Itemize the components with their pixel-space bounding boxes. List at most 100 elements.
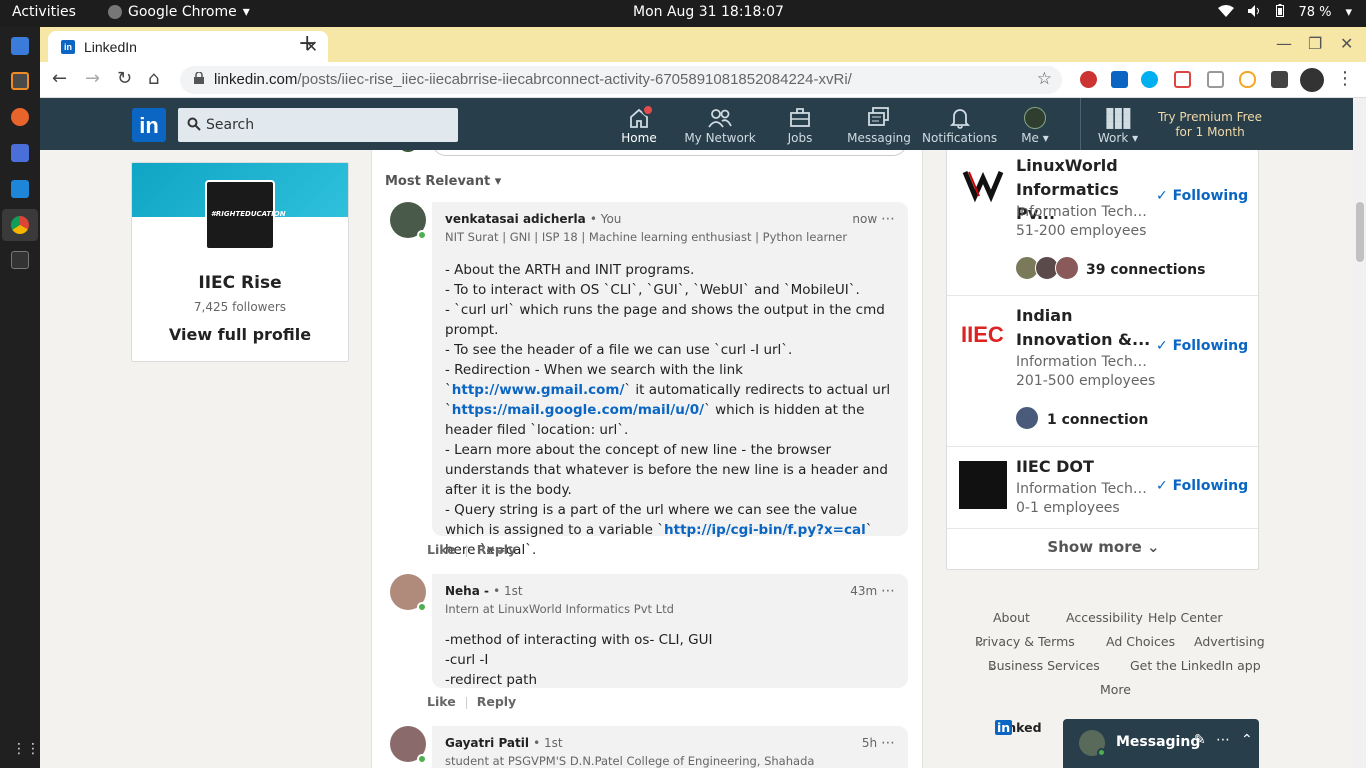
- sort-dropdown[interactable]: Most Relevant ▾: [385, 174, 501, 189]
- company-name[interactable]: IIEC Rise: [132, 273, 348, 293]
- battery-icon: [1276, 4, 1285, 21]
- power-menu-icon: ▾: [1345, 5, 1352, 20]
- nav-notifications[interactable]: Notifications: [922, 98, 997, 150]
- connection-degree: • 1st: [533, 736, 563, 750]
- system-tray[interactable]: 78 % ▾: [1218, 4, 1352, 21]
- profile-avatar[interactable]: [1300, 68, 1324, 92]
- company-industry: Information Techn...: [1016, 204, 1151, 220]
- app-menu[interactable]: Google Chrome ▾: [108, 4, 250, 20]
- more-options-icon[interactable]: ⋯: [881, 735, 895, 751]
- premium-line1: Try Premium Free: [1157, 110, 1263, 124]
- footer-advertising-link[interactable]: Advertising: [1194, 634, 1265, 649]
- comment-text: -method of interacting with os- CLI, GUI…: [445, 632, 713, 688]
- nav-my-network[interactable]: My Network: [680, 98, 760, 150]
- linuxworld-logo[interactable]: [959, 160, 1007, 208]
- footer-business-link[interactable]: Business Services ⌄: [988, 658, 1100, 673]
- cast-extension-icon[interactable]: [1174, 71, 1191, 88]
- like-button[interactable]: Like: [427, 694, 456, 709]
- activities-button[interactable]: Activities: [12, 4, 76, 20]
- nav-home[interactable]: Home: [608, 98, 670, 150]
- linkedin-extension-icon[interactable]: [1111, 71, 1128, 88]
- skype-extension-icon[interactable]: [1141, 71, 1158, 88]
- commenter-name[interactable]: Neha -: [445, 584, 489, 598]
- following-button[interactable]: ✓ Following: [1156, 188, 1248, 204]
- linkedin-logo[interactable]: in: [132, 108, 166, 142]
- footer-accessibility-link[interactable]: Accessibility: [1066, 610, 1143, 625]
- comment-actions: Like Reply: [427, 542, 526, 557]
- notification-badge: [642, 104, 654, 116]
- company-industry: Information Techn...: [1016, 354, 1151, 370]
- footer-about-link[interactable]: About: [993, 610, 1030, 625]
- terminal-icon[interactable]: [11, 251, 29, 269]
- nav-jobs[interactable]: Jobs: [770, 98, 830, 150]
- page-scrollbar[interactable]: [1353, 98, 1366, 768]
- footer-privacy-link[interactable]: Privacy & Terms ⌄: [975, 634, 1075, 649]
- nav-me[interactable]: Me ▾: [1010, 98, 1060, 150]
- company-logo[interactable]: #RIGHTEDUCATION: [205, 180, 286, 250]
- back-button[interactable]: ←: [52, 68, 67, 89]
- reload-button[interactable]: ↻: [117, 68, 132, 89]
- window-extension-icon[interactable]: [1207, 71, 1224, 88]
- browser-menu-icon[interactable]: ⋮: [1336, 68, 1354, 89]
- connections-count[interactable]: 39 connections: [1086, 262, 1205, 278]
- search-box[interactable]: [178, 108, 458, 142]
- adblock-extension-icon[interactable]: [1080, 71, 1097, 88]
- messaging-overlay[interactable]: Messaging ✎ ⋯ ⌃: [1063, 719, 1259, 768]
- following-button[interactable]: ✓ Following: [1156, 338, 1248, 354]
- battery-level: 78 %: [1298, 5, 1332, 20]
- chrome-dock-icon[interactable]: [11, 216, 29, 234]
- files-app-icon[interactable]: [11, 37, 29, 55]
- reply-button[interactable]: Reply: [477, 542, 516, 557]
- more-options-icon[interactable]: ⋯: [881, 211, 895, 227]
- bookmark-star-icon[interactable]: ☆: [1037, 69, 1052, 89]
- nav-messaging[interactable]: Messaging: [840, 98, 918, 150]
- reply-button[interactable]: Reply: [477, 694, 516, 709]
- maximize-icon[interactable]: ❐: [1308, 34, 1322, 53]
- extensions-puzzle-icon[interactable]: [1271, 71, 1288, 88]
- connections-count[interactable]: 1 connection: [1047, 412, 1148, 428]
- home-button[interactable]: ⌂: [148, 68, 159, 89]
- more-options-icon[interactable]: ⋯: [881, 583, 895, 599]
- sublime-text-icon[interactable]: [11, 72, 29, 90]
- footer-more-link[interactable]: More: [1100, 682, 1131, 697]
- company-name[interactable]: Indian Innovation &...: [1016, 304, 1151, 352]
- like-button[interactable]: Like: [427, 542, 456, 557]
- nav-work[interactable]: ▪▪▪ ▪▪▪ ▪▪▪ Work ▾: [1088, 98, 1148, 150]
- commenter-name[interactable]: Gayatri Patil: [445, 736, 529, 750]
- iiec-dot-logo[interactable]: [959, 461, 1007, 509]
- iiec-logo[interactable]: IIEC: [959, 310, 1007, 358]
- comment-link[interactable]: http://www.gmail.com/: [452, 382, 625, 398]
- new-tab-button[interactable]: +: [298, 31, 316, 56]
- following-button[interactable]: ✓ Following: [1156, 478, 1248, 494]
- view-full-profile-link[interactable]: View full profile: [132, 325, 348, 344]
- vscode-icon[interactable]: [11, 180, 29, 198]
- firefox-icon[interactable]: [11, 108, 29, 126]
- search-input[interactable]: [204, 108, 454, 142]
- show-apps-icon[interactable]: ⋮⋮: [12, 741, 40, 757]
- commenter-name[interactable]: venkatasai adicherla: [445, 212, 586, 226]
- close-window-icon[interactable]: ✕: [1340, 34, 1353, 53]
- footer-adchoices-link[interactable]: Ad Choices: [1106, 634, 1175, 649]
- online-indicator: [417, 754, 427, 764]
- footer-help-link[interactable]: Help Center: [1148, 610, 1223, 625]
- online-indicator: [1097, 748, 1106, 757]
- screenshot-app-icon[interactable]: [11, 144, 29, 162]
- clock[interactable]: Mon Aug 31 18:18:07: [633, 4, 784, 20]
- tab-linkedin[interactable]: in LinkedIn ✕: [48, 31, 328, 62]
- try-premium-link[interactable]: Try Premium Free for 1 Month: [1150, 110, 1270, 140]
- address-bar[interactable]: linkedin.com/posts/iiec-rise_iiec-iiecab…: [180, 66, 1062, 94]
- more-options-icon[interactable]: ⋯: [1216, 732, 1230, 748]
- show-more-button[interactable]: Show more ⌄: [947, 538, 1260, 556]
- company-name[interactable]: IIEC DOT: [1016, 455, 1151, 479]
- minimize-icon[interactable]: —: [1276, 34, 1292, 53]
- footer-getapp-link[interactable]: Get the LinkedIn app: [1130, 658, 1261, 673]
- comment-link[interactable]: http://ip/cgi-bin/f.py?x=cal: [664, 522, 866, 538]
- compose-icon[interactable]: ✎: [1194, 732, 1206, 748]
- link-extension-icon[interactable]: [1239, 71, 1256, 88]
- search-icon: [187, 117, 201, 131]
- company-size: 51-200 employees: [1016, 223, 1147, 239]
- scrollbar-thumb[interactable]: [1356, 202, 1364, 262]
- chevron-up-icon[interactable]: ⌃: [1241, 732, 1253, 748]
- comment-link[interactable]: https://mail.google.com/mail/u/0/: [452, 402, 704, 418]
- forward-button[interactable]: →: [85, 68, 100, 89]
